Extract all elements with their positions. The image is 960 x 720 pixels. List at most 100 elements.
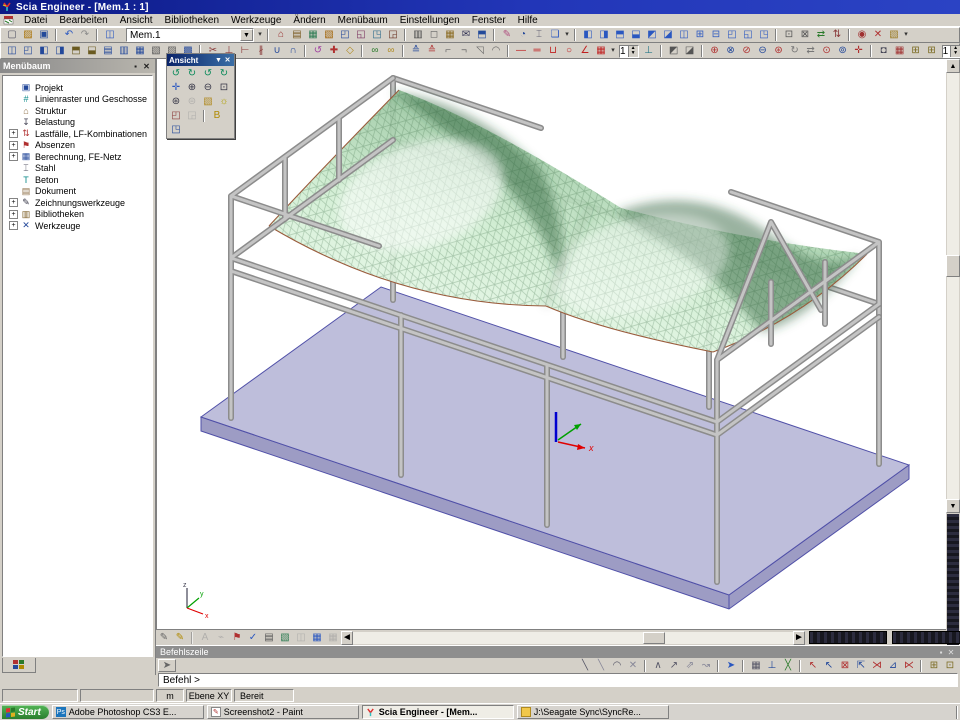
toolbar1-overflow-icon[interactable]: ▾ bbox=[563, 28, 571, 42]
vscroll-thumb[interactable] bbox=[946, 255, 960, 277]
walk-axes-icon[interactable]: ✛ bbox=[168, 81, 184, 95]
axis-snap-icon[interactable]: ⊥ bbox=[764, 659, 780, 673]
draw-polyline-icon[interactable]: ⊔ bbox=[545, 44, 561, 58]
spinner1-arrows-icon[interactable]: ▲▼ bbox=[628, 46, 638, 57]
plate-icon[interactable]: ▤ bbox=[100, 44, 116, 58]
command-input[interactable]: Befehl > bbox=[158, 673, 958, 687]
vertical-scrollbar[interactable]: ▲ ▼ bbox=[946, 59, 960, 645]
view-window-icon-2[interactable]: ◨ bbox=[596, 28, 612, 42]
ansicht-close-icon[interactable]: ✕ bbox=[223, 56, 232, 64]
edge-snap-icon[interactable]: ↖ bbox=[821, 659, 837, 673]
draw-line-icon[interactable]: — bbox=[513, 44, 529, 58]
image-gray-icon[interactable]: ▦ bbox=[325, 631, 341, 645]
scroll-right-icon[interactable]: ► bbox=[793, 631, 805, 645]
arc-snap-icon[interactable]: ⇱ bbox=[853, 659, 869, 673]
mdi-child-icon[interactable] bbox=[3, 15, 14, 25]
viewport-3d[interactable]: x zyx Ansicht ▼ ✕ ↺↻↺↻✛⊕⊖⊡⊛⊜▧☼◰◲B◳ bbox=[156, 59, 946, 629]
pencil-gray-icon[interactable]: ✎ bbox=[156, 631, 172, 645]
rib-icon[interactable]: ⬒ bbox=[68, 44, 84, 58]
draw-grid-icon[interactable]: ▦ bbox=[593, 44, 609, 58]
add-folder-icon[interactable]: ▧ bbox=[886, 28, 902, 42]
point-snap-icon[interactable]: ╳ bbox=[780, 659, 796, 673]
node-delete-icon[interactable]: ⊖ bbox=[755, 44, 771, 58]
column-icon[interactable]: ◧ bbox=[36, 44, 52, 58]
export-doc-icon[interactable]: ⬒ bbox=[474, 28, 490, 42]
draw-parallel-icon[interactable]: ═ bbox=[529, 44, 545, 58]
view-window-icon-1[interactable]: ◧ bbox=[580, 28, 596, 42]
tree-item-zeichnungswerkzeuge[interactable]: + ✎ Zeichnungswerkzeuge bbox=[9, 197, 152, 209]
frame2-icon[interactable]: ¬ bbox=[456, 44, 472, 58]
break-icon[interactable]: ∩ bbox=[285, 44, 301, 58]
view-window-icon-3[interactable]: ⬒ bbox=[612, 28, 628, 42]
len-snap-icon[interactable]: ⋊ bbox=[869, 659, 885, 673]
view-window-icon-6[interactable]: ◪ bbox=[660, 28, 676, 42]
node-mirror-icon[interactable]: ⇄ bbox=[803, 44, 819, 58]
table-snap-icon[interactable]: ⊞ bbox=[926, 659, 942, 673]
snap-mid-icon[interactable]: ◪ bbox=[682, 44, 698, 58]
node-snap-icon[interactable]: ↖ bbox=[805, 659, 821, 673]
wall-icon[interactable]: ▥ bbox=[116, 44, 132, 58]
rotate-z-icon[interactable]: ↺ bbox=[200, 67, 216, 81]
tree-item-werkzeuge[interactable]: + ✕ Werkzeuge bbox=[9, 220, 152, 232]
draw-angle-icon[interactable]: ∠ bbox=[577, 44, 593, 58]
palette-icon[interactable]: ▧ bbox=[277, 631, 293, 645]
rigid-link-icon[interactable]: ∞ bbox=[383, 44, 399, 58]
opening-icon[interactable]: ▧ bbox=[148, 44, 164, 58]
combo-dropdown-icon[interactable]: ▼ bbox=[240, 29, 253, 41]
hinge-icon[interactable]: ✚ bbox=[326, 44, 342, 58]
menu-bibliotheken[interactable]: Bibliotheken bbox=[159, 15, 225, 26]
view-window-icon-11[interactable]: ◱ bbox=[740, 28, 756, 42]
haunch-icon[interactable]: ⬓ bbox=[84, 44, 100, 58]
copy-icon[interactable]: ⊡ bbox=[781, 28, 797, 42]
zoom-window-icon[interactable]: ⊡ bbox=[216, 81, 232, 95]
tree-item-lastfaelle[interactable]: + ⇅ Lastfälle, LF-Kombinationen bbox=[9, 128, 152, 140]
node-merge-icon[interactable]: ⊘ bbox=[739, 44, 755, 58]
save-view-icon[interactable]: ◘ bbox=[876, 44, 892, 58]
close-panel-icon[interactable]: ✕ bbox=[141, 61, 152, 72]
new-icon[interactable]: ▢ bbox=[4, 28, 20, 42]
divide-icon[interactable]: ∦ bbox=[253, 44, 269, 58]
shell-icon[interactable]: ▦ bbox=[132, 44, 148, 58]
pin-icon[interactable]: ▪ bbox=[130, 61, 141, 72]
redo-icon[interactable]: ↷ bbox=[77, 28, 93, 42]
support-icon[interactable]: ◇ bbox=[342, 44, 358, 58]
node-insert-icon[interactable]: ⊕ bbox=[707, 44, 723, 58]
abc-check-icon[interactable]: ✓ bbox=[245, 631, 261, 645]
image-set-icon[interactable]: ▦ bbox=[309, 631, 325, 645]
node-scale-icon[interactable]: ⊙ bbox=[819, 44, 835, 58]
save-icon[interactable]: ▣ bbox=[36, 28, 52, 42]
clean-icon[interactable]: ▧ bbox=[321, 28, 337, 42]
paste-icon[interactable]: ⊠ bbox=[797, 28, 813, 42]
scroll-up-icon[interactable]: ▲ bbox=[946, 59, 960, 73]
draw-circle-icon[interactable]: ○ bbox=[561, 44, 577, 58]
doc-b-icon[interactable]: B bbox=[209, 109, 225, 123]
cube-view-icon[interactable]: ◳ bbox=[168, 123, 184, 137]
snap-circle-icon[interactable]: ◠ bbox=[609, 659, 625, 673]
wrench-icon[interactable]: ✕ bbox=[870, 28, 886, 42]
node-rotate-icon[interactable]: ↻ bbox=[787, 44, 803, 58]
extend-icon[interactable]: ⊢ bbox=[237, 44, 253, 58]
rotate-y-icon[interactable]: ↻ bbox=[184, 67, 200, 81]
menu-ansicht[interactable]: Ansicht bbox=[114, 15, 159, 26]
menu-fenster[interactable]: Fenster bbox=[466, 15, 512, 26]
table2-snap-icon[interactable]: ⊡ bbox=[942, 659, 958, 673]
menu-menubaum[interactable]: Menübaum bbox=[332, 15, 394, 26]
open-icon[interactable]: ▨ bbox=[20, 28, 36, 42]
spinner2-arrows-icon[interactable]: ▲▼ bbox=[950, 46, 960, 57]
flag-icon[interactable]: ⚑ bbox=[229, 631, 245, 645]
tree-item-dokument[interactable]: ▤ Dokument bbox=[9, 186, 152, 198]
selection-spinner-2[interactable]: 1▲▼ bbox=[942, 45, 960, 58]
menu-aendern[interactable]: Ändern bbox=[287, 15, 331, 26]
tree-item-belastung[interactable]: ↧ Belastung bbox=[9, 117, 152, 129]
menu-werkzeuge[interactable]: Werkzeuge bbox=[225, 15, 287, 26]
layers-icon[interactable]: ⊞ bbox=[908, 44, 924, 58]
render-icon[interactable]: ◱ bbox=[353, 28, 369, 42]
status-plane[interactable]: Ebene XY bbox=[186, 689, 232, 702]
ruler-icon[interactable]: ⌶ bbox=[531, 28, 547, 42]
task-paint[interactable]: ✎Screenshot2 - Paint bbox=[207, 705, 359, 719]
search-doc-icon[interactable]: ◔ bbox=[515, 28, 531, 42]
start-button[interactable]: Start bbox=[2, 705, 49, 719]
open-gallery-icon[interactable]: ▤ bbox=[289, 28, 305, 42]
menu-hilfe[interactable]: Hilfe bbox=[512, 15, 544, 26]
ansicht-dropdown-icon[interactable]: ▼ bbox=[214, 57, 223, 64]
